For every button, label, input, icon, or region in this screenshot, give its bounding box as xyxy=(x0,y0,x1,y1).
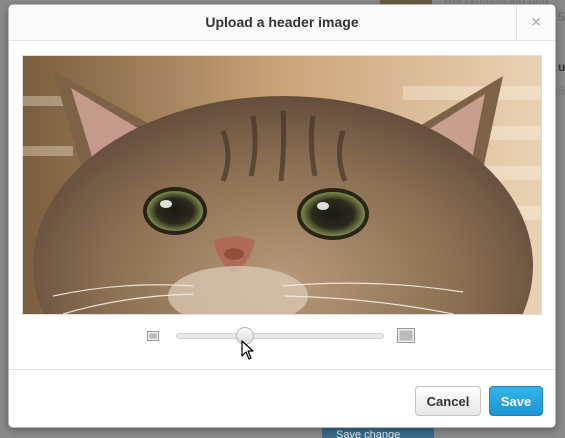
save-button[interactable]: Save xyxy=(489,386,543,416)
cancel-button[interactable]: Cancel xyxy=(415,386,481,416)
close-button[interactable]: × xyxy=(516,5,555,40)
zoom-in-icon[interactable] xyxy=(397,328,415,343)
cat-photo xyxy=(23,56,541,314)
dialog-footer: Cancel Save xyxy=(9,369,555,427)
header-image-preview[interactable] xyxy=(22,55,542,315)
upload-header-dialog: Upload a header image × Cancel Save xyxy=(8,4,556,428)
dialog-title: Upload a header image xyxy=(205,14,359,30)
background-text: 5 xyxy=(558,10,565,24)
zoom-slider-handle[interactable] xyxy=(235,327,254,345)
zoom-slider-track[interactable] xyxy=(176,327,384,345)
zoom-slider-row xyxy=(9,325,555,349)
background-text: 8 xyxy=(558,84,565,98)
background-save-button: Save change xyxy=(322,428,434,438)
dialog-header: Upload a header image × xyxy=(9,5,555,41)
zoom-out-icon[interactable] xyxy=(147,331,159,341)
background-text: u xyxy=(558,60,565,74)
close-icon: × xyxy=(530,12,542,32)
